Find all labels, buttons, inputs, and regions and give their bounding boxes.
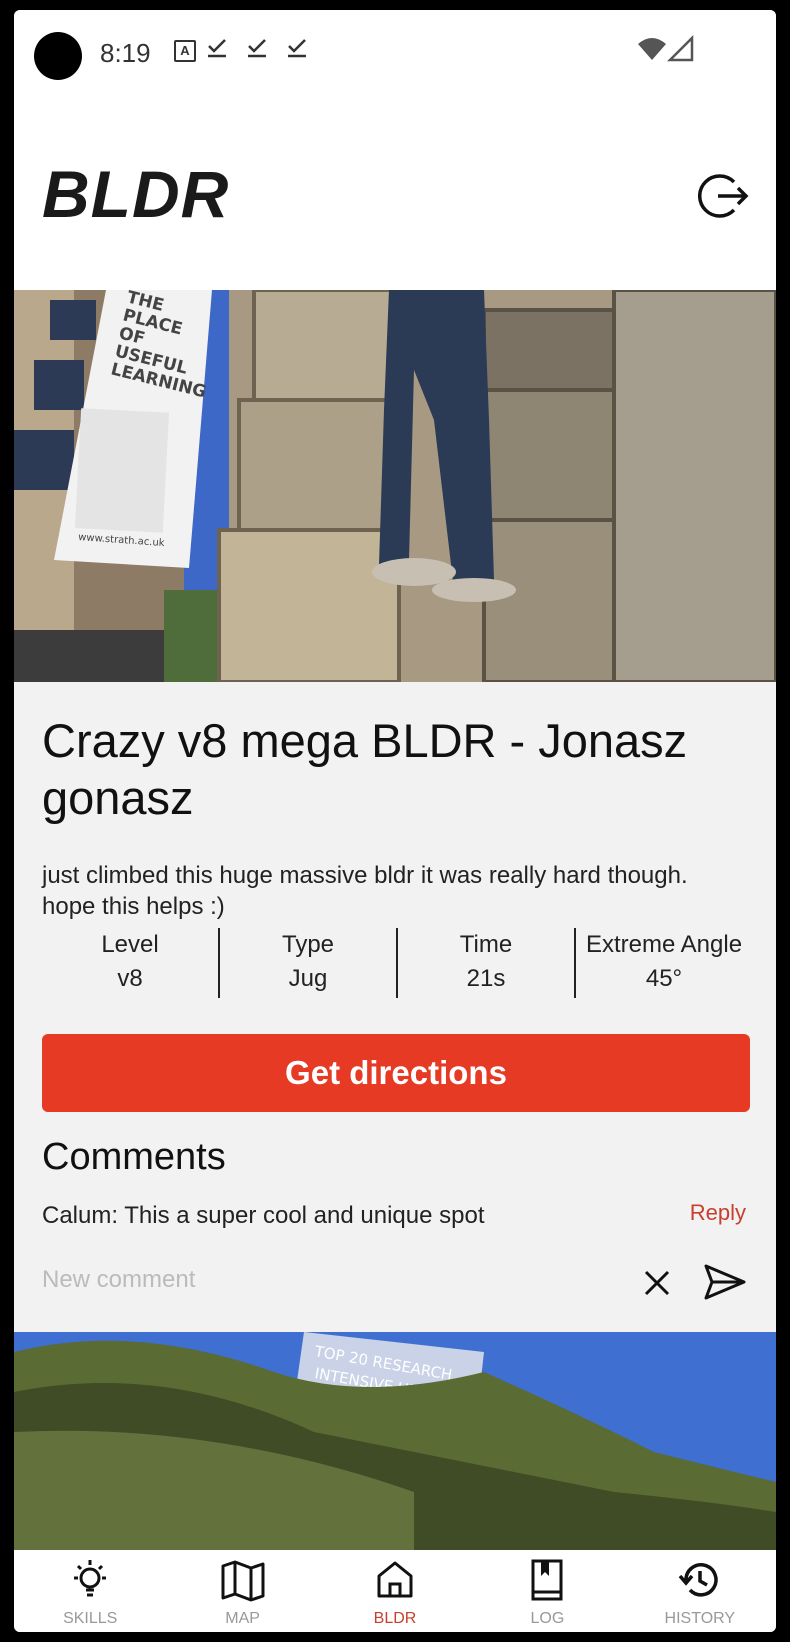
post-photo: THE PLACE OF USEFUL LEARNING www.strath.… (14, 290, 776, 682)
bottom-nav: SKILLS MAP BLDR LOG HISTORY (14, 1550, 776, 1632)
book-icon (531, 1559, 563, 1601)
app-logo: BLDR (42, 157, 230, 231)
nav-item-history[interactable]: HISTORY (624, 1550, 776, 1632)
download-done-icon (288, 39, 306, 58)
nav-label: LOG (530, 1610, 565, 1627)
status-time: 8:19 (100, 38, 151, 68)
status-bar: 8:19 A (14, 10, 776, 90)
home-icon (377, 1561, 413, 1598)
nav-item-bldr[interactable]: BLDR (319, 1550, 471, 1632)
stat-value: 45° (645, 965, 683, 992)
notification-a-icon: A (174, 40, 196, 62)
app-header: BLDR (14, 90, 776, 300)
reply-button[interactable]: Reply (690, 1200, 746, 1226)
post-photo: TOP 20 RESEARCH INTENSIVE UNIVERSITY (14, 1332, 776, 1550)
nav-label: BLDR (373, 1610, 417, 1627)
get-directions-button[interactable]: Get directions (42, 1034, 750, 1112)
nav-label: SKILLS (63, 1610, 118, 1627)
stat-value: 21s (466, 965, 506, 992)
stat-label: Extreme Angle (585, 931, 743, 958)
nav-item-map[interactable]: MAP (166, 1550, 318, 1632)
stats-row: Level v8 Type Jug Time 21s Extreme Angle… (42, 928, 752, 998)
stat-angle: Extreme Angle 45° (576, 928, 752, 998)
new-comment-input[interactable] (42, 1266, 602, 1294)
post-description: just climbed this huge massive bldr it w… (42, 862, 688, 920)
download-done-icon (248, 39, 266, 58)
comment-text: Calum: This a super cool and unique spot (42, 1202, 485, 1229)
post-title: Crazy v8 mega BLDR - Jonasz gonasz (42, 714, 688, 824)
logout-icon[interactable] (698, 170, 750, 222)
nav-item-skills[interactable]: SKILLS (14, 1550, 166, 1632)
comments-heading: Comments (42, 1136, 226, 1178)
stat-type: Type Jug (220, 928, 398, 998)
close-icon[interactable] (640, 1266, 674, 1300)
stat-time: Time 21s (398, 928, 576, 998)
wifi-signal-icon (638, 34, 694, 62)
stat-label: Level (101, 931, 159, 958)
stat-value: Jug (288, 965, 328, 992)
history-icon (678, 1563, 718, 1597)
stat-label: Type (281, 931, 335, 958)
map-icon (221, 1560, 265, 1602)
stat-level: Level v8 (42, 928, 220, 998)
download-done-icon (208, 39, 226, 58)
send-icon[interactable] (702, 1262, 748, 1302)
nav-label: HISTORY (664, 1610, 736, 1627)
camera-cutout (34, 32, 82, 80)
phone-screen: 8:19 A BLDR THE PLACE OF USEFUL LEARNING… (14, 10, 776, 1632)
post-card: Crazy v8 mega BLDR - Jonasz gonasz just … (14, 682, 776, 1332)
lightbulb-icon (74, 1560, 107, 1597)
nav-label: MAP (225, 1610, 260, 1627)
stat-value: v8 (117, 965, 143, 992)
stat-label: Time (459, 931, 513, 958)
nav-item-log[interactable]: LOG (471, 1550, 623, 1632)
